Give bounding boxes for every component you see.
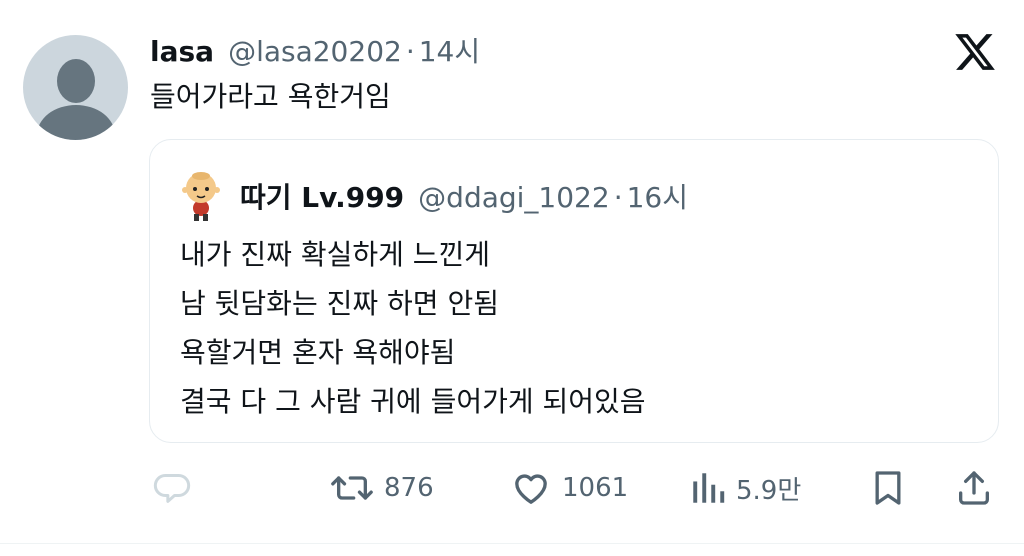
retweet-button[interactable]: 876 [330, 460, 434, 516]
views-button[interactable]: 5.9만 [690, 460, 801, 516]
heart-icon [515, 474, 547, 504]
reply-button[interactable] [152, 460, 192, 516]
reply-icon [153, 474, 191, 503]
avatar-body [37, 105, 115, 140]
like-button[interactable]: 1061 [510, 460, 628, 516]
like-count: 1061 [562, 473, 629, 503]
retweet-count: 876 [384, 473, 434, 503]
bottom-divider [0, 543, 1024, 544]
quoted-text-line: 남 뒷담화는 진짜 하면 안됨 [180, 287, 499, 320]
x-logo-icon [955, 34, 995, 70]
quoted-header: 따기 Lv.999 @ddagi_1022 · 16시 [240, 176, 688, 216]
bookmark-button[interactable] [868, 460, 908, 516]
tweet-text: 들어가라고 욕한거임 [150, 80, 391, 113]
quoted-author-name[interactable]: 따기 Lv.999 [240, 176, 404, 216]
bar-chart-icon [693, 473, 725, 503]
action-bar: 876 1061 5.9만 [0, 460, 1024, 516]
author-handle[interactable]: @lasa20202 [228, 35, 402, 68]
quoted-tweet[interactable]: 따기 Lv.999 @ddagi_1022 · 16시 내가 진짜 확실하게 느… [149, 139, 999, 443]
share-button[interactable] [953, 460, 995, 516]
share-icon [959, 471, 989, 505]
author-name[interactable]: lasa [150, 35, 214, 68]
author-avatar[interactable] [23, 35, 128, 140]
quoted-text-line: 결국 다 그 사람 귀에 들어가게 되어있음 [180, 385, 646, 418]
tweet-card: lasa @lasa20202 · 14시 들어가라고 욕한거임 따기 Lv.9… [0, 0, 1024, 556]
retweet-icon [331, 476, 373, 500]
bookmark-icon [875, 471, 901, 505]
views-count: 5.9만 [736, 475, 802, 506]
tweet-time[interactable]: 14시 [419, 30, 480, 70]
quoted-author-handle[interactable]: @ddagi_1022 [418, 181, 610, 214]
quoted-time[interactable]: 16시 [627, 176, 688, 216]
quoted-text: 내가 진짜 확실하게 느낀게 남 뒷담화는 진짜 하면 안됨 욕할거면 혼자 욕… [180, 230, 646, 426]
quoted-text-line: 욕할거면 혼자 욕해야됨 [180, 336, 456, 369]
header-separator: · [405, 35, 415, 68]
avatar-head [57, 59, 95, 103]
quoted-avatar[interactable] [180, 170, 222, 222]
tweet-header: lasa @lasa20202 · 14시 [150, 30, 480, 70]
quoted-text-line: 내가 진짜 확실하게 느낀게 [180, 238, 491, 271]
quoted-header-separator: · [613, 181, 623, 214]
